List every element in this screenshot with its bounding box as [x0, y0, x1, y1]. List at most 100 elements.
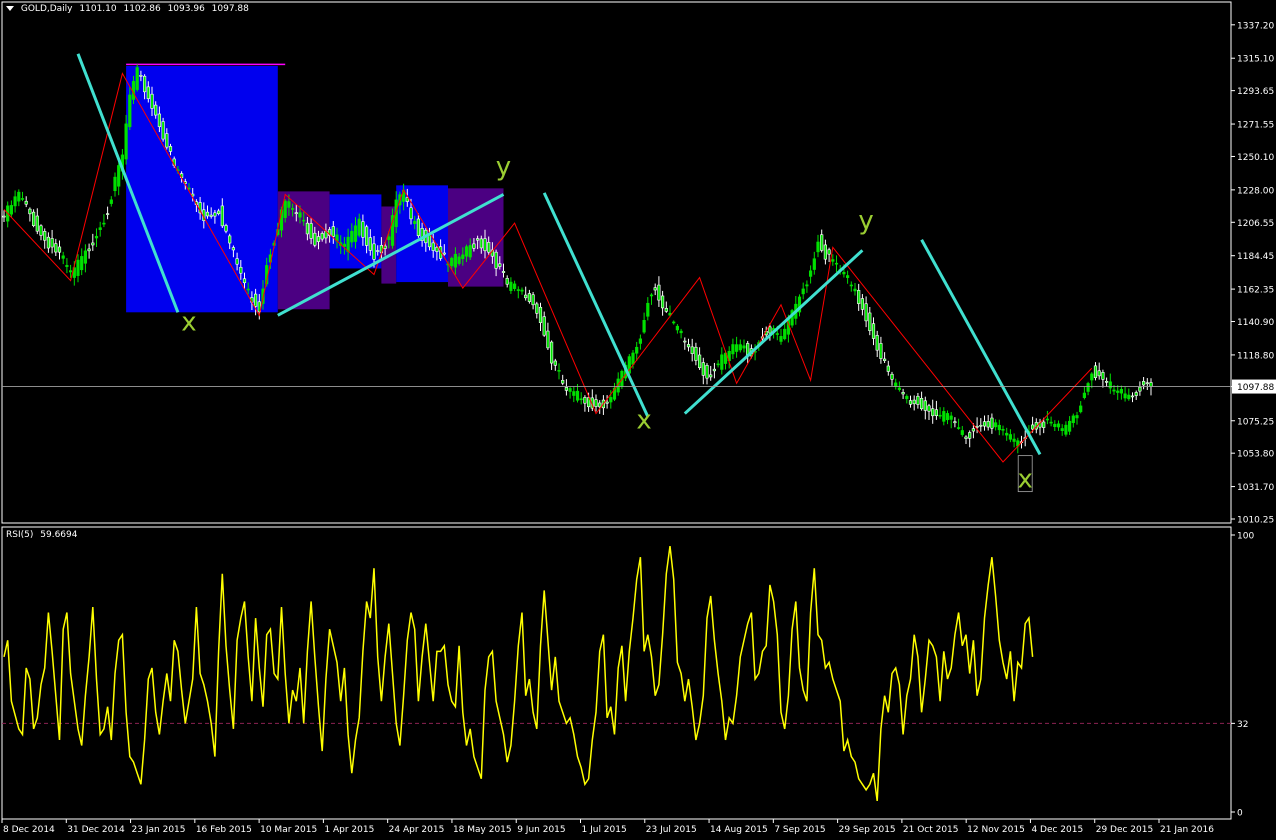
candle-body	[361, 221, 365, 238]
candle-body	[579, 398, 583, 401]
time-tick-label: 29 Sep 2015	[839, 825, 896, 835]
rsi-tick-label: 32	[1237, 720, 1248, 730]
wave-label-x: x	[181, 307, 196, 337]
candle-body	[168, 146, 173, 152]
candle-body	[1008, 434, 1012, 440]
candle-body	[594, 399, 598, 407]
candle-body	[690, 346, 694, 354]
price-tick-label: 1140.90	[1237, 318, 1274, 328]
candle-body	[853, 288, 857, 292]
price-tick-label: 1228.00	[1237, 186, 1274, 196]
trendline-2	[542, 192, 650, 418]
candle-body	[520, 289, 524, 292]
candle-body	[509, 281, 513, 291]
time-tick-label: 8 Dec 2014	[3, 825, 55, 835]
candle-body	[98, 227, 102, 230]
candle-body	[246, 288, 250, 291]
candle-body	[801, 288, 805, 295]
candle-body	[298, 212, 302, 218]
candle-body	[235, 258, 239, 265]
candle-body	[990, 417, 994, 429]
candle-body	[1012, 438, 1016, 442]
candle-body	[350, 230, 354, 243]
candle-body	[964, 436, 968, 439]
candle-body	[923, 400, 927, 411]
candle-body	[479, 238, 483, 249]
rsi-tick-label: 0	[1237, 809, 1243, 819]
rsi-pane-frame	[1, 526, 1232, 820]
candle-body	[931, 408, 935, 417]
candle-body	[905, 396, 909, 400]
candle-body	[91, 242, 95, 246]
candle-body	[1145, 382, 1149, 385]
candle-body	[701, 362, 705, 376]
candle-body	[845, 275, 850, 278]
candle-body	[1005, 432, 1009, 436]
candle-body	[376, 250, 380, 252]
candle-body	[535, 303, 539, 314]
candle-body	[24, 200, 28, 205]
candle-body	[143, 75, 147, 93]
dropdown-caret-icon[interactable]	[6, 6, 14, 11]
candle-body	[709, 374, 713, 378]
candle-body	[672, 321, 676, 324]
candle-body	[635, 346, 639, 354]
candle-body	[779, 336, 783, 342]
time-tick-label: 21 Oct 2015	[903, 825, 959, 835]
candle-body	[387, 236, 391, 240]
candle-body	[549, 341, 554, 364]
candle-body	[882, 358, 887, 361]
candle-body	[675, 325, 679, 331]
candle-body	[657, 284, 661, 301]
candle-body	[546, 330, 550, 349]
candle-body	[117, 165, 121, 187]
time-tick-label: 31 Dec 2014	[67, 825, 125, 835]
candle-body	[679, 330, 683, 334]
candle-body	[919, 397, 924, 410]
candle-body	[161, 121, 165, 140]
candle-body	[54, 243, 58, 253]
candle-body	[109, 199, 113, 204]
candle-body	[857, 290, 861, 304]
symbol-label: GOLD,Daily	[20, 4, 73, 14]
price-tick-label: 1184.45	[1237, 252, 1274, 262]
rsi-value: 59.6694	[40, 530, 78, 540]
candle-body	[649, 294, 654, 297]
candle-body	[331, 226, 335, 237]
candle-body	[409, 207, 413, 220]
candle-body	[1031, 424, 1035, 430]
candle-body	[720, 354, 724, 370]
candle-body	[1097, 370, 1101, 377]
candle-body	[823, 244, 827, 260]
candle-body	[993, 422, 998, 428]
candle-body	[901, 392, 905, 395]
rsi-pane[interactable]: 100 32 0	[1, 526, 1254, 820]
candle-body	[213, 212, 217, 217]
candle-body	[431, 242, 435, 251]
candle-body	[209, 214, 213, 217]
candle-body	[646, 302, 650, 317]
price-tick-label: 1162.35	[1237, 286, 1274, 296]
candle-body	[834, 262, 839, 265]
candle-body	[113, 176, 117, 192]
price-tick-label: 1010.25	[1237, 516, 1274, 526]
candle-body	[494, 251, 498, 269]
time-tick-label: 4 Dec 2015	[1031, 825, 1083, 835]
candle-body	[1101, 372, 1105, 380]
candle-body	[986, 421, 990, 428]
candle-body	[1049, 421, 1053, 424]
wave-label-x: x	[636, 406, 651, 436]
candle-body	[1001, 428, 1005, 431]
candle-body	[938, 414, 942, 417]
price-pane[interactable]: x y x y x 1337.20 1315.10 1293.65 1271.55 1250.10…	[1, 1, 1276, 526]
candle-body	[908, 400, 913, 405]
rsi-label: RSI(5)	[6, 530, 34, 540]
low-value: 1093.96	[167, 4, 205, 14]
candle-body	[316, 236, 321, 242]
candle-body	[283, 200, 287, 218]
candle-body	[979, 424, 983, 427]
candle-body	[139, 75, 143, 77]
candle-body	[568, 388, 572, 392]
candle-body	[9, 205, 14, 215]
candle-body	[894, 382, 898, 387]
